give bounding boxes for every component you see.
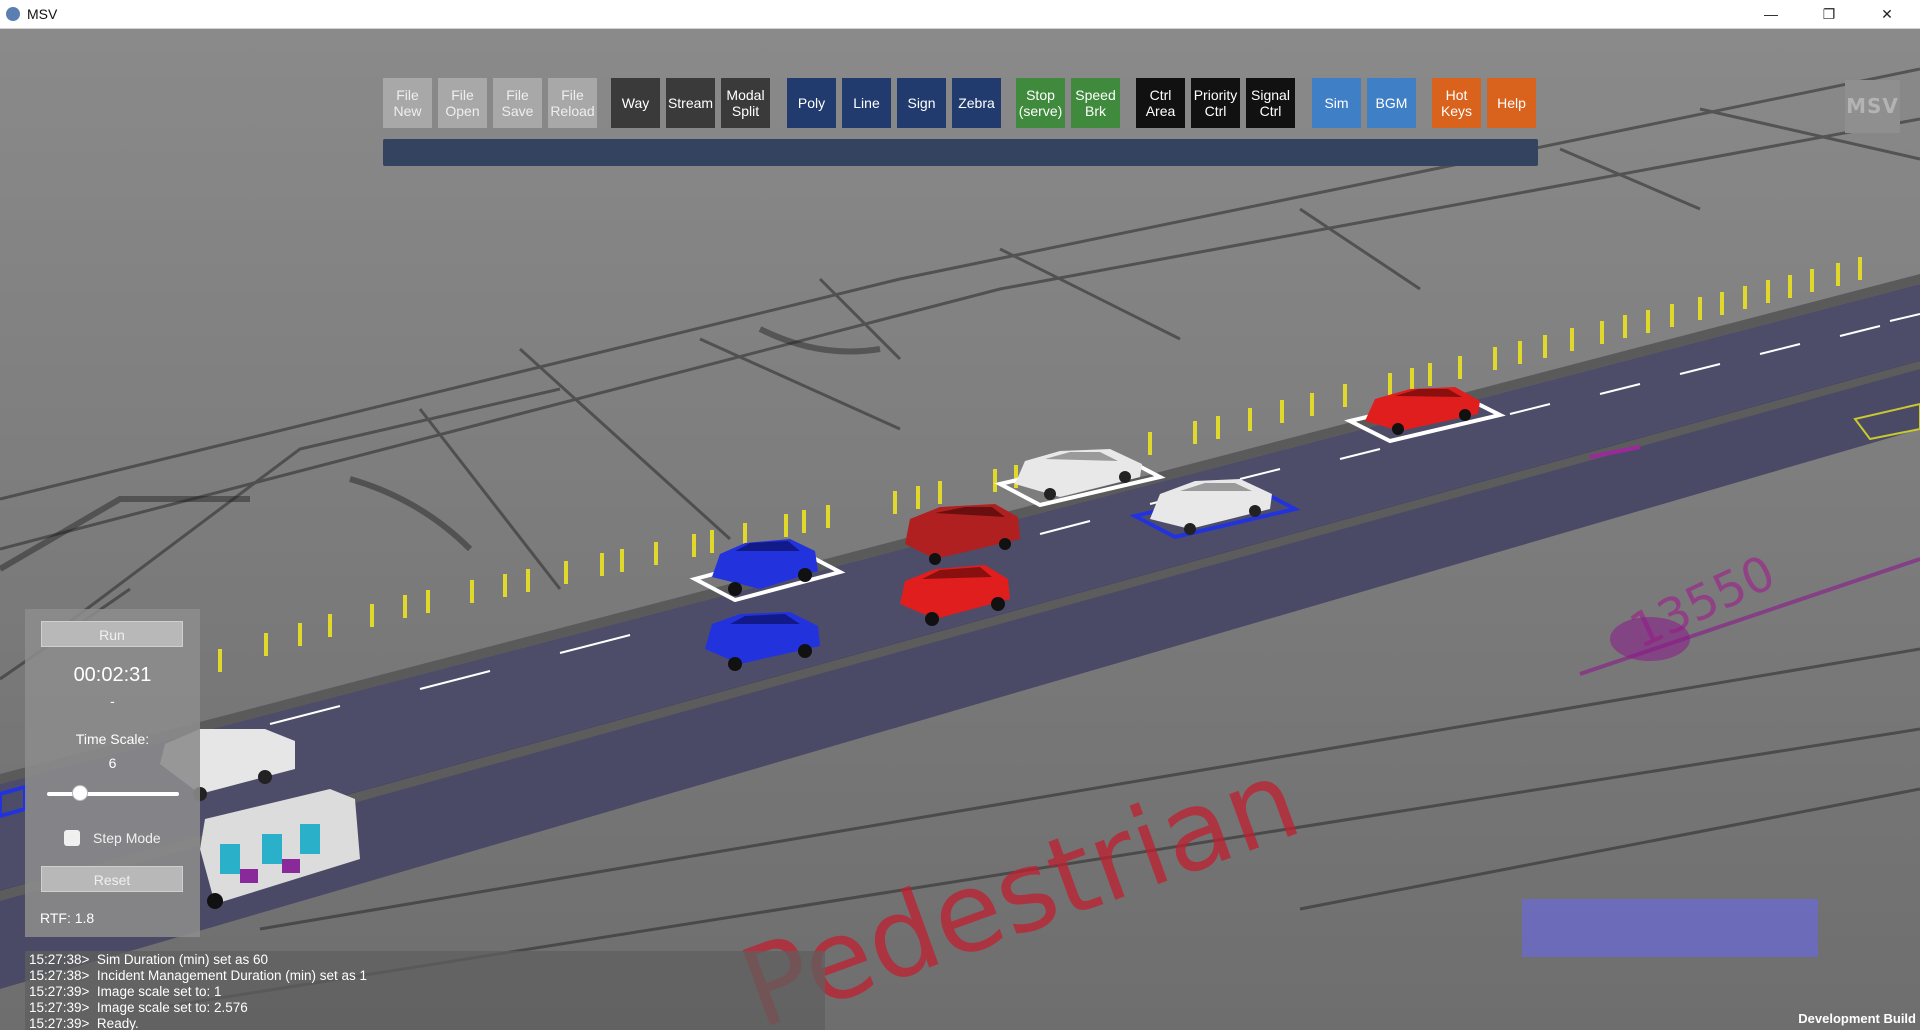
console-log: 15:27:38> Sim Duration (min) set as 60 1…	[25, 951, 825, 1030]
selection-area	[1522, 899, 1818, 957]
time-scale-slider[interactable]	[47, 792, 179, 796]
way-button[interactable]: Way	[611, 78, 660, 128]
msv-logo: MSV	[1845, 80, 1900, 133]
modal-split-button[interactable]: Modal Split	[721, 78, 770, 128]
line-button[interactable]: Line	[842, 78, 891, 128]
3d-scene: 13550 Pedestrian	[0, 29, 1920, 1030]
maximize-button[interactable]: ❐	[1806, 0, 1852, 28]
zebra-button[interactable]: Zebra	[952, 78, 1001, 128]
bgm-button[interactable]: BGM	[1367, 78, 1416, 128]
time-scale-value: 6	[108, 755, 117, 771]
elapsed-time: 00:02:31	[73, 664, 152, 686]
signal-ctrl-button[interactable]: Signal Ctrl	[1246, 78, 1295, 128]
minimize-button[interactable]: —	[1748, 0, 1794, 28]
simulation-viewport[interactable]: 13550 Pedestrian File New File Open File…	[0, 29, 1920, 1030]
time-scale-label: Time Scale:	[75, 731, 150, 747]
stream-button[interactable]: Stream	[666, 78, 715, 128]
step-mode-checkbox[interactable]	[64, 830, 80, 846]
log-line: 15:27:38> Sim Duration (min) set as 60	[29, 952, 268, 967]
help-button[interactable]: Help	[1487, 78, 1536, 128]
window-title: MSV	[27, 6, 58, 22]
step-mode-label: Step Mode	[93, 830, 161, 846]
toolbar: File New File Open File Save File Reload…	[383, 78, 1538, 128]
app-icon	[6, 7, 20, 21]
file-reload-button[interactable]: File Reload	[548, 78, 597, 128]
file-save-button[interactable]: File Save	[493, 78, 542, 128]
log-line: 15:27:39> Image scale set to: 1	[29, 984, 222, 999]
sim-control-panel: Run 00:02:31 - Time Scale: 6 Step Mode R…	[25, 609, 200, 937]
speed-brk-button[interactable]: Speed Brk	[1071, 78, 1120, 128]
file-open-button[interactable]: File Open	[438, 78, 487, 128]
stop-serve-button[interactable]: Stop (serve)	[1016, 78, 1065, 128]
sim-button[interactable]: Sim	[1312, 78, 1361, 128]
rtf-readout: RTF: 1.8	[40, 910, 95, 926]
log-line: 15:27:39> Image scale set to: 2.576	[29, 1000, 248, 1015]
ctrl-area-button[interactable]: Ctrl Area	[1136, 78, 1185, 128]
sign-button[interactable]: Sign	[897, 78, 946, 128]
log-line: 15:27:38> Incident Management Duration (…	[29, 968, 368, 983]
time-subtext: -	[110, 693, 115, 709]
reset-button[interactable]: Reset	[41, 866, 183, 892]
status-bar-strip	[383, 139, 1538, 166]
run-button[interactable]: Run	[41, 621, 183, 647]
slider-knob[interactable]	[72, 785, 88, 801]
hot-keys-button[interactable]: Hot Keys	[1432, 78, 1481, 128]
priority-ctrl-button[interactable]: Priority Ctrl	[1191, 78, 1240, 128]
title-bar: MSV — ❐ ✕	[0, 0, 1920, 29]
close-button[interactable]: ✕	[1864, 0, 1910, 28]
poly-button[interactable]: Poly	[787, 78, 836, 128]
log-line: 15:27:39> Ready.	[29, 1016, 139, 1030]
development-build-label: Development Build	[1798, 1011, 1916, 1026]
file-new-button[interactable]: File New	[383, 78, 432, 128]
